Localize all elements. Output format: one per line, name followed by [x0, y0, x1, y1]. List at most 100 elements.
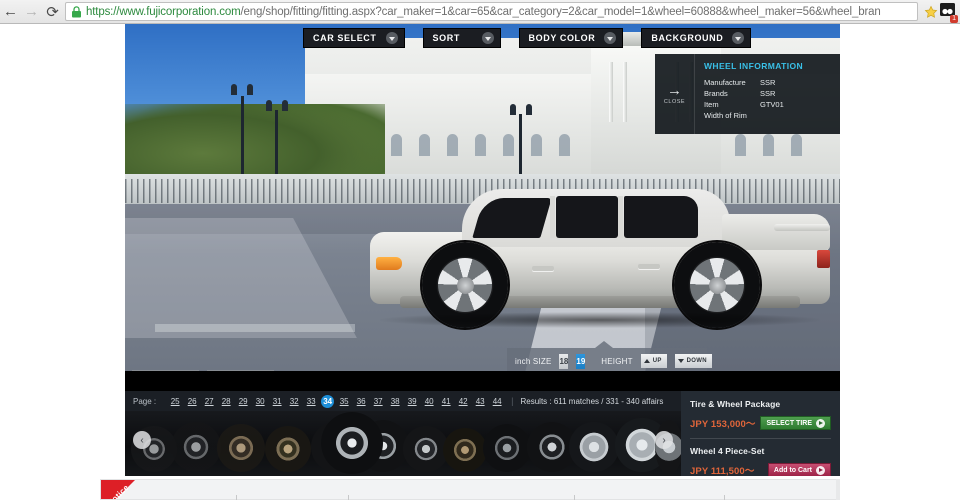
car-headlamp — [376, 257, 402, 270]
brands-key: Brands — [704, 89, 728, 98]
fitting-simulator: CAR SELECT SORT BODY COLOR BACKGROUND → … — [125, 24, 840, 476]
page-36[interactable]: 36 — [354, 397, 368, 406]
url-text: https://www.fujicorporation.com/eng/shop… — [86, 6, 881, 18]
car-spoiler — [774, 224, 830, 231]
carousel-wheel-item[interactable] — [483, 424, 531, 472]
back-arrow-icon[interactable]: ← — [0, 0, 21, 24]
chevron-down-icon — [385, 32, 398, 44]
browser-toolbar: ← → ⟳ https://www.fujicorporation.com/en… — [0, 0, 960, 24]
bookmark-star-icon[interactable] — [924, 5, 938, 19]
results-summary: Results : 611 matches / 331 - 340 affair… — [520, 396, 664, 406]
carousel-wheel-item[interactable] — [171, 422, 221, 472]
package-title: Tire & Wheel Package — [690, 399, 781, 409]
package-row: JPY 153,000～ SELECT TIRE — [690, 416, 831, 430]
car-door-handle — [532, 266, 554, 271]
page-28[interactable]: 28 — [219, 397, 233, 406]
triangle-down-icon — [677, 359, 684, 363]
arrow-right-icon: → — [667, 81, 682, 99]
carousel-wheel-item[interactable] — [443, 428, 487, 472]
chevron-left-icon[interactable]: ‹ — [133, 431, 151, 449]
carousel-wheel-item[interactable] — [569, 422, 619, 472]
reload-icon[interactable]: ⟳ — [42, 0, 63, 24]
wheel-information-panel: → CLOSE WHEEL INFORMATION Manufacture SS… — [655, 54, 840, 134]
chevron-down-icon — [732, 32, 745, 44]
page-body: CAR SELECT SORT BODY COLOR BACKGROUND → … — [0, 24, 960, 500]
price-panel: Tire & Wheel Package JPY 153,000～ SELECT… — [681, 391, 840, 476]
page-31[interactable]: 31 — [270, 397, 284, 406]
page-35[interactable]: 35 — [337, 397, 351, 406]
pagination-bar: Page : 25 26 27 28 29 30 31 32 33 34 35 … — [125, 391, 681, 411]
address-bar[interactable]: https://www.fujicorporation.com/eng/shop… — [65, 2, 918, 21]
notice-card[interactable]: Notice — [100, 479, 840, 500]
add-to-cart-button[interactable]: Add to Cart — [767, 463, 831, 476]
divider — [236, 495, 237, 500]
car-select-button[interactable]: CAR SELECT — [303, 28, 405, 48]
divider — [724, 495, 725, 500]
height-up-button[interactable]: UP — [640, 354, 667, 368]
page-40[interactable]: 40 — [422, 397, 436, 406]
page-44[interactable]: 44 — [490, 397, 504, 406]
page-34-current[interactable]: 34 — [321, 394, 335, 408]
select-tire-button[interactable]: SELECT TIRE — [760, 416, 831, 430]
url-path: /eng/shop/fitting/fitting.aspx?car_maker… — [240, 5, 881, 18]
item-key: Item — [704, 100, 719, 109]
extension-icon[interactable]: 1 — [938, 2, 958, 23]
scroll-track[interactable] — [836, 479, 840, 500]
height-down-button[interactable]: DOWN — [674, 354, 712, 368]
tab-nut-settings[interactable]: ナット設定 — [207, 370, 274, 371]
arrow-right-circle-icon — [816, 465, 825, 475]
car-preview-scene[interactable]: CAR SELECT SORT BODY COLOR BACKGROUND → … — [125, 24, 840, 371]
package-price: JPY 153,000～ — [690, 419, 756, 430]
page-43[interactable]: 43 — [473, 397, 487, 406]
forward-arrow-icon[interactable]: → — [21, 0, 42, 24]
page-42[interactable]: 42 — [456, 397, 470, 406]
car-shadow — [380, 312, 820, 328]
page-37[interactable]: 37 — [371, 397, 385, 406]
page-39[interactable]: 39 — [405, 397, 419, 406]
close-label: CLOSE — [663, 98, 686, 105]
size-option-19[interactable]: 19 — [576, 353, 586, 369]
background-label: BACKGROUND — [651, 33, 724, 43]
car-b-pillar — [550, 196, 555, 238]
carousel-wheel-item[interactable] — [265, 426, 311, 472]
page-29[interactable]: 29 — [236, 397, 250, 406]
carousel-wheel-item[interactable] — [217, 424, 265, 472]
size-option-18[interactable]: 18 — [559, 353, 569, 369]
page-27[interactable]: 27 — [202, 397, 216, 406]
manufacture-value: SSR — [760, 78, 776, 87]
page-32[interactable]: 32 — [287, 397, 301, 406]
url-host: www.fujicorporation.com — [119, 5, 241, 18]
wheel-set-title: Wheel 4 Piece-Set — [690, 446, 765, 456]
height-down-label: DOWN — [686, 358, 707, 364]
wheel-carousel[interactable]: ‹ › — [125, 411, 681, 476]
pager-separator: | — [511, 396, 514, 406]
close-panel-button[interactable]: → CLOSE — [655, 54, 695, 134]
divider — [574, 495, 575, 500]
select-tire-label: SELECT TIRE — [766, 419, 812, 427]
page-30[interactable]: 30 — [253, 397, 267, 406]
wheel-info-row: Item GTV01 — [704, 99, 832, 110]
divider — [690, 438, 831, 439]
sort-button[interactable]: SORT — [422, 28, 501, 48]
chevron-down-icon — [604, 32, 617, 44]
triangle-up-icon — [643, 359, 650, 363]
page-25[interactable]: 25 — [168, 397, 182, 406]
wheel-information-title: WHEEL INFORMATION — [704, 61, 804, 71]
viewer-toolbar: CAR SELECT SORT BODY COLOR BACKGROUND — [303, 28, 752, 48]
background-button[interactable]: BACKGROUND — [641, 28, 752, 48]
tab-wheel-settings[interactable]: ホイール設定 — [132, 370, 199, 371]
brands-value: SSR — [760, 89, 776, 98]
add-to-cart-label: Add to Cart — [773, 466, 812, 474]
body-color-button[interactable]: BODY COLOR — [518, 28, 624, 48]
page-38[interactable]: 38 — [388, 397, 402, 406]
page-33[interactable]: 33 — [304, 397, 318, 406]
sort-label: SORT — [432, 33, 460, 43]
carousel-wheel-item[interactable] — [321, 412, 383, 474]
page-26[interactable]: 26 — [185, 397, 199, 406]
car-window-mid — [556, 196, 618, 238]
lamp-head — [510, 104, 532, 120]
chevron-right-icon[interactable]: › — [655, 431, 673, 449]
page-41[interactable]: 41 — [439, 397, 453, 406]
car-image — [370, 184, 830, 334]
item-value: GTV01 — [760, 100, 784, 109]
